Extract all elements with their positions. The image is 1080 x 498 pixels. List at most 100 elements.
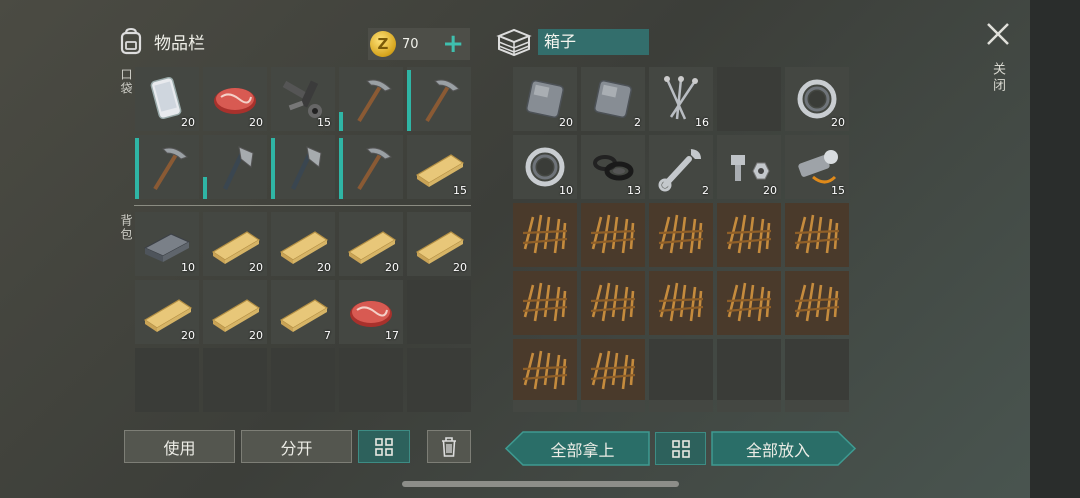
backpack-slot[interactable]: 17	[339, 280, 403, 344]
pocket-slot[interactable]	[339, 135, 403, 199]
item-count: 20	[559, 116, 573, 129]
coin-icon: Z	[370, 31, 396, 57]
box-slot[interactable]: 13	[581, 135, 645, 199]
pocket-slot[interactable]: 15	[271, 67, 335, 131]
backpack-slot[interactable]: 20	[407, 212, 471, 276]
box-slot[interactable]: 20	[717, 135, 781, 199]
item-count: 20	[831, 116, 845, 129]
sort-box-button[interactable]	[655, 432, 706, 465]
pocket-slot[interactable]	[135, 135, 199, 199]
durability-bar	[339, 138, 343, 199]
item-count: 16	[695, 116, 709, 129]
durability-bar	[271, 138, 275, 199]
backpack-slot[interactable]: 20	[203, 280, 267, 344]
wooden-spikes-icon	[726, 214, 772, 254]
backpack-slot[interactable]: 20	[203, 212, 267, 276]
box-slot[interactable]	[785, 203, 849, 267]
item-count: 10	[559, 184, 573, 197]
metal-plate-icon	[594, 80, 632, 118]
split-button[interactable]: 分开	[241, 430, 352, 463]
use-button[interactable]: 使用	[124, 430, 235, 463]
wooden-spikes-icon	[794, 282, 840, 322]
backpack-slot[interactable]	[135, 348, 199, 412]
box-slot[interactable]	[581, 203, 645, 267]
pocket-slot[interactable]	[271, 135, 335, 199]
box-slot[interactable]	[785, 271, 849, 335]
item-count: 15	[831, 184, 845, 197]
pocket-slot[interactable]: 20	[203, 67, 267, 131]
box-slot[interactable]: 16	[649, 67, 713, 131]
box-slot[interactable]	[513, 203, 577, 267]
box-slot[interactable]	[581, 339, 645, 403]
box-slot[interactable]	[717, 67, 781, 131]
item-count: 10	[181, 261, 195, 274]
backpack-icon	[120, 27, 142, 55]
backpack-slot[interactable]	[407, 348, 471, 412]
backpack-label: 背包	[119, 214, 133, 242]
item-count: 20	[249, 329, 263, 342]
backpack-slot[interactable]: 7	[271, 280, 335, 344]
wooden-spikes-icon	[522, 350, 568, 390]
close-label[interactable]: 关闭	[988, 62, 1007, 94]
grid-sort-icon	[671, 439, 690, 458]
put-all-button[interactable]: 全部放入	[712, 432, 844, 465]
box-slot[interactable]	[649, 271, 713, 335]
wooden-spikes-icon	[726, 282, 772, 322]
trash-icon	[442, 436, 456, 457]
wooden-spikes-icon	[658, 214, 704, 254]
box-slot[interactable]	[717, 203, 781, 267]
sort-inventory-button[interactable]	[358, 430, 410, 463]
item-count: 20	[763, 184, 777, 197]
backpack-slot[interactable]: 10	[135, 212, 199, 276]
backpack-slot[interactable]	[339, 348, 403, 412]
hatchet-icon	[290, 146, 322, 190]
close-icon[interactable]	[984, 20, 1012, 48]
item-count: 15	[317, 116, 331, 129]
box-slot[interactable]	[581, 271, 645, 335]
backpack-slot[interactable]: 20	[271, 212, 335, 276]
box-slot[interactable]: 2	[581, 67, 645, 131]
grid-sort-icon	[375, 437, 393, 456]
pocket-slot[interactable]	[203, 135, 267, 199]
backpack-slot[interactable]	[407, 280, 471, 344]
box-header: 箱子	[496, 26, 649, 58]
item-count: 20	[249, 116, 263, 129]
add-coins-button[interactable]: +	[442, 31, 464, 57]
coin-counter: Z 70 +	[368, 28, 470, 60]
box-slot[interactable]	[717, 339, 781, 403]
pocket-slot[interactable]	[339, 67, 403, 131]
box-slot-partial	[581, 400, 645, 412]
box-slot[interactable]: 15	[785, 135, 849, 199]
backpack-slot[interactable]: 20	[339, 212, 403, 276]
box-slot[interactable]: 20	[785, 67, 849, 131]
box-slot[interactable]: 2	[649, 135, 713, 199]
section-divider	[134, 205, 471, 206]
inventory-header: 物品栏	[116, 26, 205, 56]
box-slot[interactable]	[649, 203, 713, 267]
backpack-slot[interactable]	[271, 348, 335, 412]
box-slot-partial	[513, 400, 577, 412]
pickaxe-icon	[357, 79, 392, 123]
take-all-button[interactable]: 全部拿上	[515, 432, 650, 465]
pocket-slot[interactable]	[407, 67, 471, 131]
box-slot[interactable]: 20	[513, 67, 577, 131]
box-slot[interactable]	[513, 339, 577, 403]
box-slot[interactable]: 10	[513, 135, 577, 199]
box-slot[interactable]	[649, 339, 713, 403]
home-indicator[interactable]	[402, 481, 679, 487]
plank-icon	[279, 299, 329, 332]
box-slot[interactable]	[785, 339, 849, 403]
backpack-slot[interactable]	[203, 348, 267, 412]
trash-button[interactable]	[427, 430, 471, 463]
box-slot[interactable]	[513, 271, 577, 335]
box-slot[interactable]	[717, 271, 781, 335]
pickaxe-icon	[357, 147, 392, 191]
pocket-slot[interactable]: 20	[135, 67, 199, 131]
item-count: 20	[317, 261, 331, 274]
item-count: 20	[181, 329, 195, 342]
wooden-spikes-icon	[522, 214, 568, 254]
item-count: 20	[181, 116, 195, 129]
pocket-slot[interactable]: 15	[407, 135, 471, 199]
backpack-slot[interactable]: 20	[135, 280, 199, 344]
item-count: 17	[385, 329, 399, 342]
